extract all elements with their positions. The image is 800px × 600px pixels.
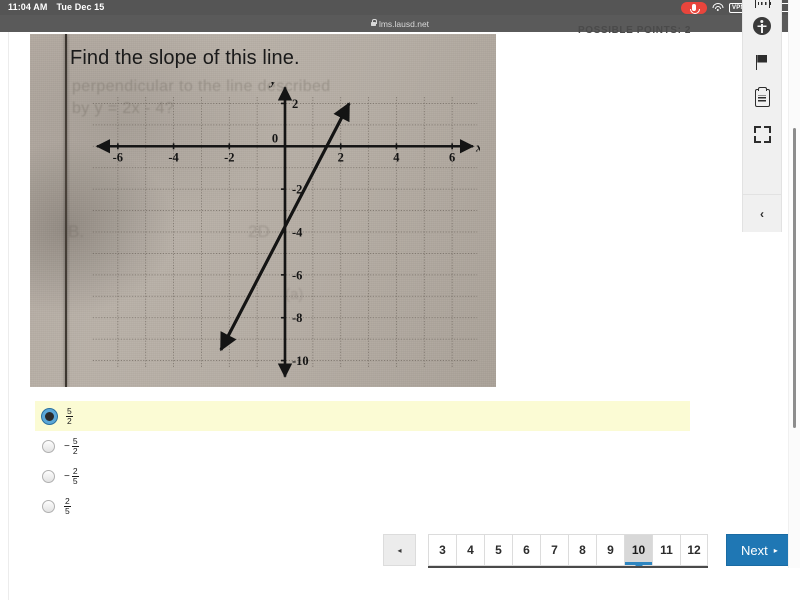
answer-choice-d[interactable]: 2 5 bbox=[35, 491, 735, 521]
question-image[interactable]: perpendicular to the line described by y… bbox=[30, 34, 496, 387]
page-binding-line bbox=[65, 34, 67, 387]
answer-choice-list: 5 2 − 5 2 − 2 5 2 5 bbox=[35, 401, 735, 521]
answer-sign-c: − bbox=[64, 470, 70, 482]
answer-value-b: 5 2 bbox=[71, 435, 79, 456]
question-prompt: Find the slope of this line. bbox=[70, 47, 300, 69]
answer-choice-b[interactable]: − 5 2 bbox=[35, 431, 735, 461]
page-button-8[interactable]: 8 bbox=[568, 534, 596, 566]
page-button-3[interactable]: 3 bbox=[428, 534, 456, 566]
svg-text:2: 2 bbox=[338, 150, 344, 164]
svg-text:-10: -10 bbox=[292, 354, 309, 368]
page-button-6[interactable]: 6 bbox=[512, 534, 540, 566]
accessibility-icon bbox=[753, 17, 771, 35]
url-text: lms.lausd.net bbox=[378, 18, 430, 29]
content-left-divider bbox=[8, 32, 9, 600]
next-button[interactable]: Next ▸ bbox=[726, 534, 793, 566]
svg-text:0: 0 bbox=[272, 131, 278, 145]
collapse-rail-button[interactable]: ‹ bbox=[742, 194, 782, 232]
quiz-page: POSSIBLE POINTS: 2 perpendicular to the … bbox=[0, 25, 800, 600]
possible-points-label: POSSIBLE POINTS: 2 bbox=[578, 25, 692, 36]
calculator-icon[interactable] bbox=[742, 0, 782, 8]
svg-text:4: 4 bbox=[393, 150, 400, 164]
svg-text:-6: -6 bbox=[113, 150, 123, 164]
radio-button-c[interactable] bbox=[42, 469, 55, 483]
answer-sign-b: − bbox=[64, 440, 70, 452]
bleedthrough-text-3: B. bbox=[68, 222, 85, 241]
svg-text:-8: -8 bbox=[292, 311, 302, 325]
next-button-label: Next bbox=[741, 542, 768, 558]
fullscreen-button[interactable] bbox=[742, 116, 782, 152]
answer-value-d: 2 5 bbox=[64, 495, 71, 516]
tool-rail: ‹ bbox=[742, 0, 782, 232]
previous-page-button[interactable]: ◂ bbox=[383, 534, 416, 566]
caret-right-icon: ▸ bbox=[773, 545, 778, 555]
page-scrollbar-thumb[interactable] bbox=[793, 128, 796, 428]
svg-text:-4: -4 bbox=[168, 150, 179, 164]
status-time: 11:04 AM bbox=[8, 2, 48, 12]
coordinate-graph: -6 -4 -2 0 2 4 6 2 -2 -4 -6 -8 -10 x y bbox=[90, 73, 483, 382]
page-button-7[interactable]: 7 bbox=[540, 534, 568, 566]
page-button-4[interactable]: 4 bbox=[456, 534, 484, 566]
flag-question-button[interactable] bbox=[742, 44, 782, 80]
page-button-10[interactable]: 10 bbox=[624, 534, 652, 566]
svg-text:2: 2 bbox=[292, 97, 298, 111]
page-scrollbar-track[interactable] bbox=[788, 0, 800, 568]
radio-button-d[interactable] bbox=[42, 499, 55, 513]
svg-text:y: y bbox=[268, 82, 276, 88]
svg-text:6: 6 bbox=[449, 150, 455, 164]
fullscreen-expand-icon bbox=[753, 125, 771, 143]
svg-text:-2: -2 bbox=[224, 150, 234, 164]
pagination-bar: ◂ 3 4 5 6 7 8 9 10 11 12 Next ▸ bbox=[383, 534, 793, 568]
flag-icon bbox=[754, 54, 771, 71]
lock-icon bbox=[370, 19, 377, 26]
svg-text:-2: -2 bbox=[292, 183, 302, 197]
page-button-5[interactable]: 5 bbox=[484, 534, 512, 566]
graph-svg: -6 -4 -2 0 2 4 6 2 -2 -4 -6 -8 -10 x y bbox=[92, 73, 483, 378]
accessibility-button[interactable] bbox=[742, 8, 782, 44]
svg-text:-4: -4 bbox=[292, 226, 303, 240]
svg-text:x: x bbox=[475, 139, 480, 154]
radio-button-b[interactable] bbox=[42, 439, 55, 453]
notes-button[interactable] bbox=[742, 80, 782, 116]
wifi-icon bbox=[712, 3, 724, 12]
page-number-list: 3 4 5 6 7 8 9 10 11 12 bbox=[428, 534, 708, 568]
page-button-9[interactable]: 9 bbox=[596, 534, 624, 566]
ios-status-bar: 11:04 AM Tue Dec 15 VPN 87% bbox=[0, 0, 800, 15]
notepad-icon bbox=[754, 86, 770, 107]
radio-button-a[interactable] bbox=[42, 408, 57, 424]
answer-choice-c[interactable]: − 2 5 bbox=[35, 461, 735, 491]
page-button-12[interactable]: 12 bbox=[680, 534, 708, 566]
page-button-11[interactable]: 11 bbox=[652, 534, 680, 566]
microphone-recording-icon[interactable] bbox=[681, 1, 708, 14]
svg-text:-6: -6 bbox=[292, 268, 302, 282]
status-date: Tue Dec 15 bbox=[56, 2, 105, 12]
answer-value-c: 2 5 bbox=[71, 465, 79, 486]
answer-value-a: 5 2 bbox=[66, 405, 73, 426]
answer-choice-a[interactable]: 5 2 bbox=[35, 401, 690, 431]
